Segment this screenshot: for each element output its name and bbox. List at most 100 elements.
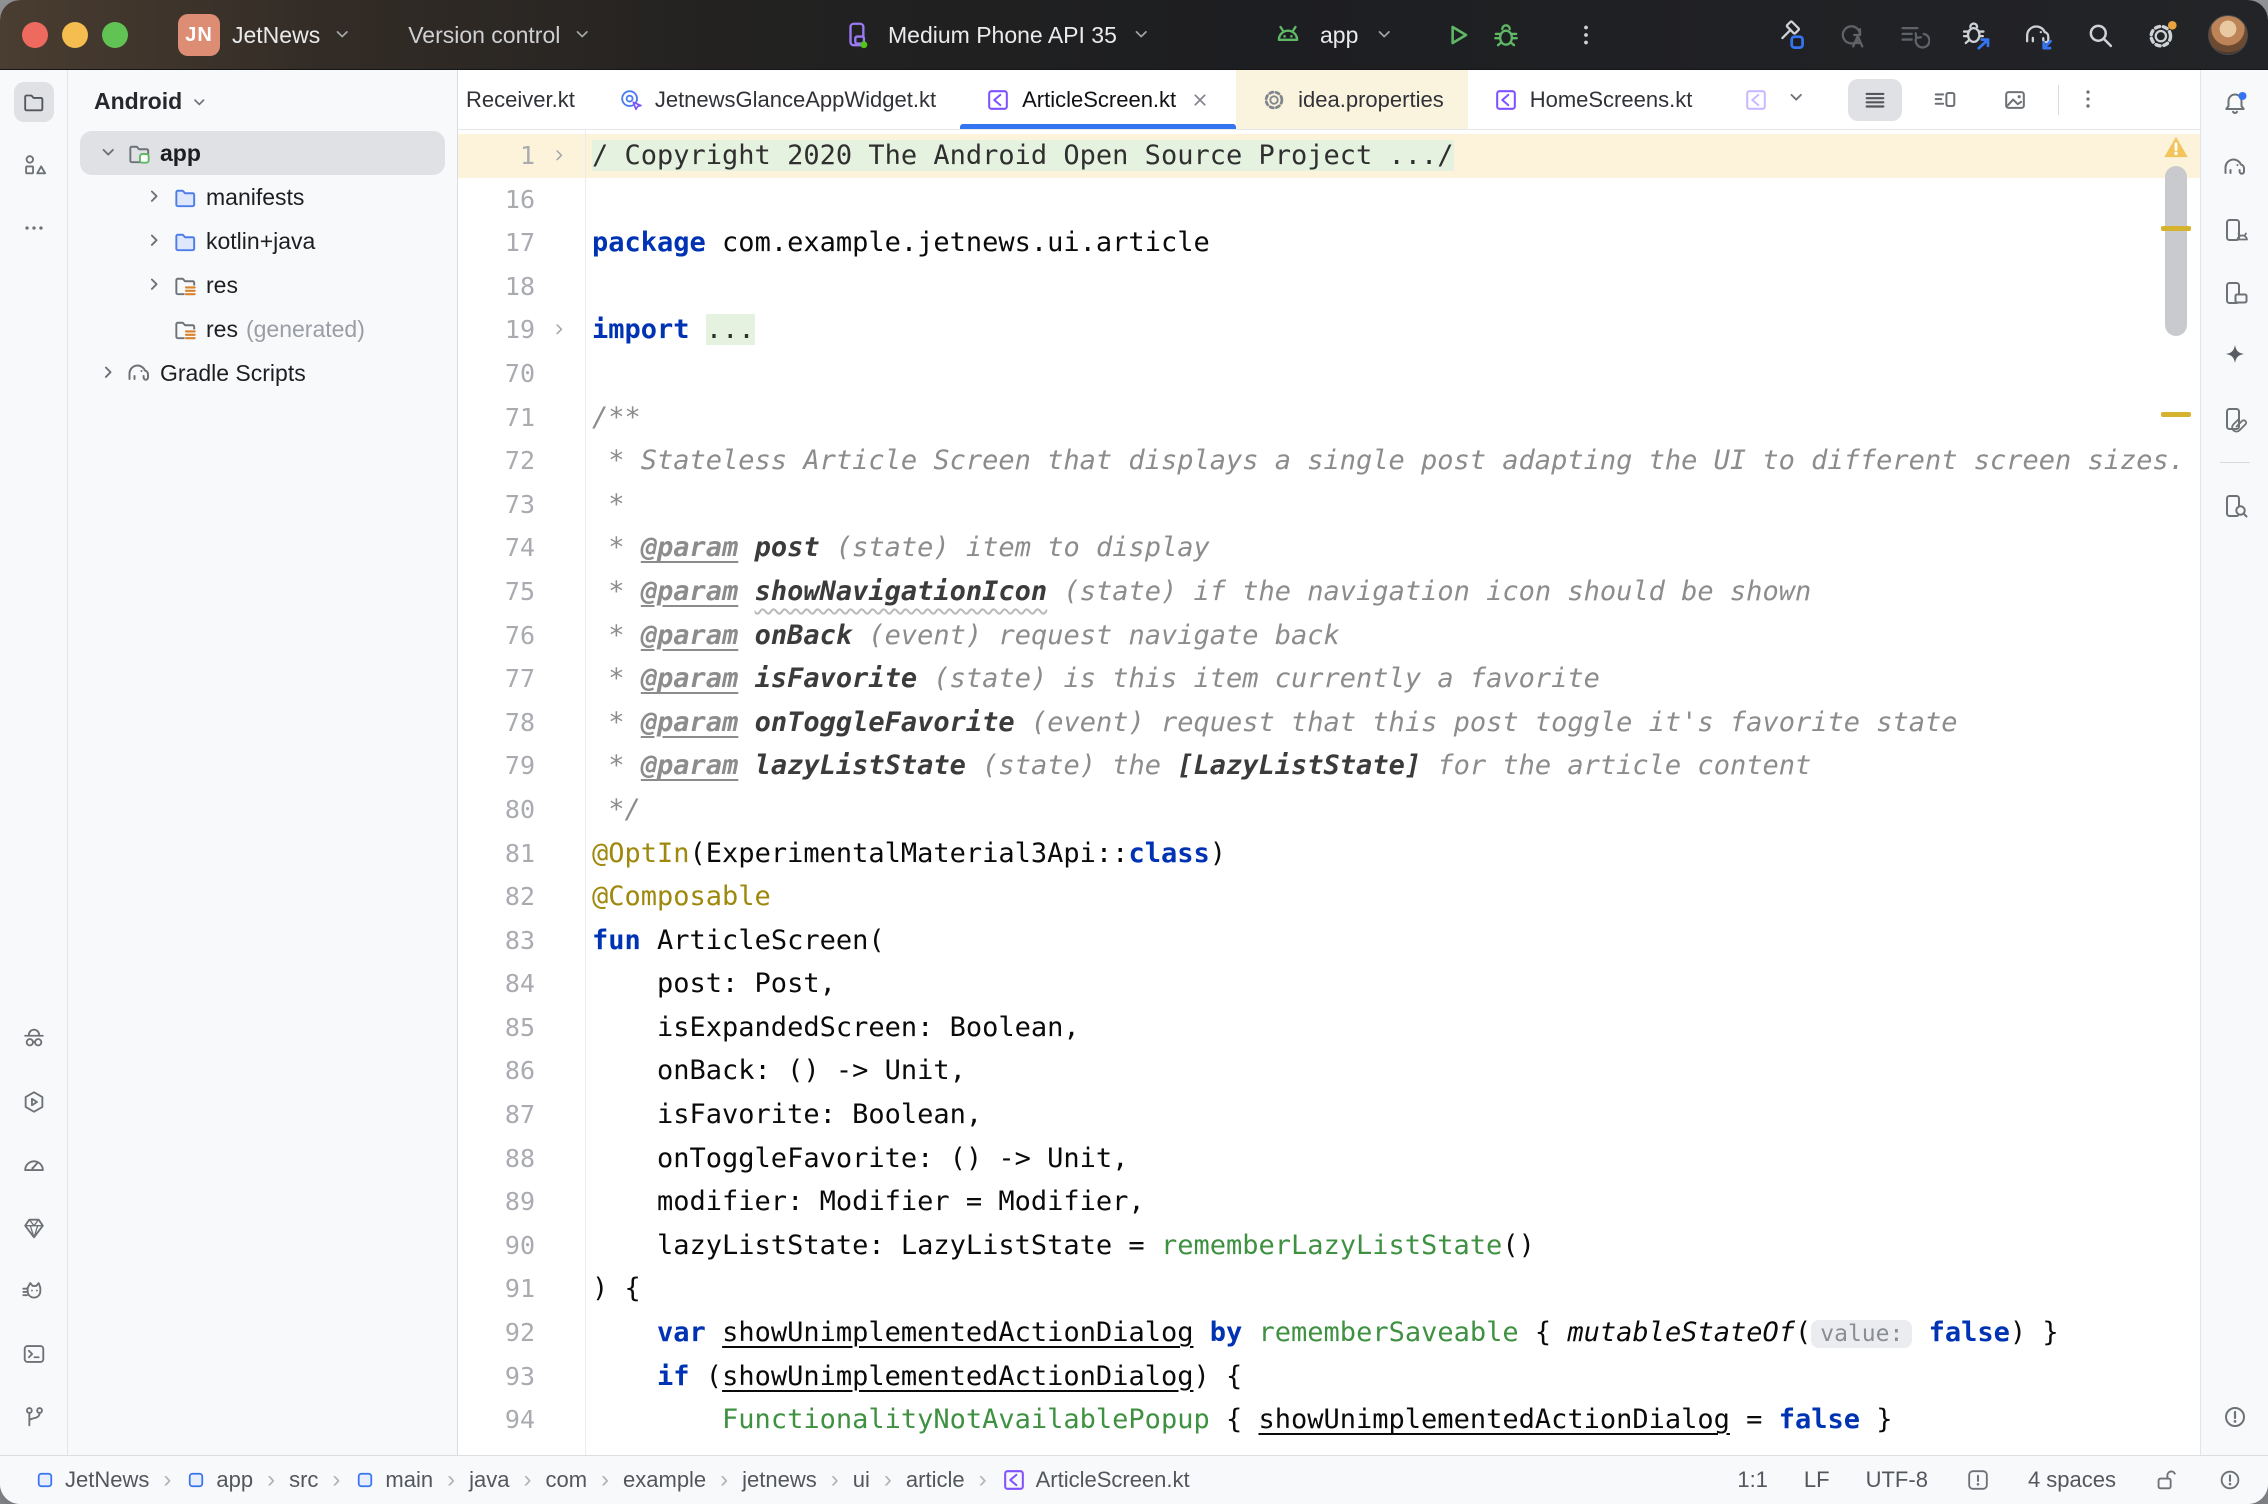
code-line-73[interactable]: 73 *	[458, 483, 2200, 527]
code-line-71[interactable]: 71/**	[458, 396, 2200, 440]
breadcrumb-item-app[interactable]: app	[185, 1467, 253, 1493]
running-devices-icon[interactable]	[2215, 273, 2255, 313]
tab-ArticleScreen.kt[interactable]: ArticleScreen.kt	[960, 70, 1236, 129]
code-line-89[interactable]: 89 modifier: Modifier = Modifier,	[458, 1180, 2200, 1224]
code-line-88[interactable]: 88 onToggleFavorite: () -> Unit,	[458, 1137, 2200, 1181]
code-line-80[interactable]: 80 */	[458, 788, 2200, 832]
code-line-92[interactable]: 92 var showUnimplementedActionDialog by …	[458, 1311, 2200, 1355]
project-icon[interactable]	[14, 82, 54, 122]
code-line-75[interactable]: 75 * @param showNavigationIcon (state) i…	[458, 570, 2200, 614]
gradle-icon[interactable]	[2215, 147, 2255, 187]
code-line-74[interactable]: 74 * @param post (state) item to display	[458, 526, 2200, 570]
notifications-icon[interactable]	[2215, 84, 2255, 124]
diamond-tool-icon[interactable]	[14, 1208, 54, 1248]
breadcrumb-item-ui[interactable]: ui	[853, 1467, 870, 1493]
code-line-94[interactable]: 94 FunctionalityNotAvailablePopup { show…	[458, 1398, 2200, 1442]
code-line-1[interactable]: 1/ Copyright 2020 The Android Open Sourc…	[458, 134, 2200, 178]
code-line-72[interactable]: 72 * Stateless Article Screen that displ…	[458, 439, 2200, 483]
more-tool-windows-icon[interactable]	[14, 208, 54, 248]
scrollbar-thumb[interactable]	[2165, 166, 2187, 336]
code-line-19[interactable]: 19import ...	[458, 308, 2200, 352]
code-line-84[interactable]: 84 post: Post,	[458, 962, 2200, 1006]
view-mode-split-button[interactable]	[1918, 79, 1972, 121]
settings-button[interactable]	[2146, 19, 2178, 51]
line-separator-widget[interactable]: LF	[1804, 1467, 1830, 1493]
services-icon[interactable]	[14, 1082, 54, 1122]
code-line-76[interactable]: 76 * @param onBack (event) request navig…	[458, 614, 2200, 658]
inspections-warning-icon[interactable]	[2161, 132, 2191, 167]
view-mode-design-button[interactable]	[1988, 79, 2042, 121]
tree-item-gradle-scripts[interactable]: Gradle Scripts	[80, 351, 445, 395]
resource-manager-icon[interactable]	[14, 145, 54, 185]
close-window-button[interactable]	[22, 22, 48, 48]
user-avatar[interactable]	[2208, 15, 2248, 55]
tree-item-manifests[interactable]: manifests	[80, 175, 445, 219]
code-line-87[interactable]: 87 isFavorite: Boolean,	[458, 1093, 2200, 1137]
indent-widget[interactable]: 4 spaces	[2028, 1467, 2116, 1493]
more-run-actions-button[interactable]	[1570, 19, 1602, 51]
breadcrumb-item-main[interactable]: main	[354, 1467, 433, 1493]
search-everywhere-button[interactable]	[2084, 19, 2116, 51]
tree-item-app[interactable]: app	[80, 131, 445, 175]
fold-marker-icon[interactable]	[535, 134, 585, 178]
code-line-78[interactable]: 78 * @param onToggleFavorite (event) req…	[458, 701, 2200, 745]
breadcrumb-item-jetnews[interactable]: jetnews	[742, 1467, 817, 1493]
run-button[interactable]	[1442, 19, 1474, 51]
apply-changes-restart-button[interactable]	[1836, 19, 1868, 51]
encoding-widget[interactable]: UTF-8	[1866, 1467, 1928, 1493]
sync-gradle-button[interactable]	[2022, 19, 2054, 51]
chevron-right-icon[interactable]	[142, 274, 168, 296]
apply-code-changes-button[interactable]	[1898, 19, 1930, 51]
run-configuration-selector[interactable]: app	[1320, 22, 1358, 49]
maximize-window-button[interactable]	[102, 22, 128, 48]
debug-button[interactable]	[1490, 19, 1522, 51]
warning-stripe-mark[interactable]	[2161, 226, 2191, 231]
project-view-selector[interactable]: Android	[68, 88, 457, 115]
code-line-83[interactable]: 83fun ArticleScreen(	[458, 919, 2200, 963]
tree-item-kotlin+java[interactable]: kotlin+java	[80, 219, 445, 263]
tab-list-chevron[interactable]	[1786, 87, 1812, 113]
terminal-icon[interactable]	[14, 1334, 54, 1374]
breadcrumb-item-JetNews[interactable]: JetNews	[34, 1467, 149, 1493]
minimize-window-button[interactable]	[62, 22, 88, 48]
gemini-icon[interactable]	[2215, 336, 2255, 376]
attach-debugger-button[interactable]	[1960, 19, 1992, 51]
breadcrumb-item-com[interactable]: com	[545, 1467, 587, 1493]
chevron-down-icon[interactable]	[96, 142, 122, 164]
code-line-77[interactable]: 77 * @param isFavorite (state) is this i…	[458, 657, 2200, 701]
inspection-widget-icon[interactable]	[1964, 1466, 1992, 1494]
profiler-icon[interactable]	[14, 1145, 54, 1185]
fold-marker-icon[interactable]	[535, 308, 585, 352]
code-line-81[interactable]: 81@OptIn(ExperimentalMaterial3Api::class…	[458, 832, 2200, 876]
code-line-17[interactable]: 17package com.example.jetnews.ui.article	[458, 221, 2200, 265]
device-explorer-icon[interactable]	[2215, 399, 2255, 439]
app-quality-insights-icon[interactable]	[14, 1019, 54, 1059]
code-line-91[interactable]: 91) {	[458, 1267, 2200, 1311]
code-line-18[interactable]: 18	[458, 265, 2200, 309]
device-manager-icon[interactable]	[2215, 210, 2255, 250]
chevron-right-icon[interactable]	[96, 362, 122, 384]
code-line-86[interactable]: 86 onBack: () -> Unit,	[458, 1049, 2200, 1093]
code-editor[interactable]: 1/ Copyright 2020 The Android Open Sourc…	[458, 130, 2200, 1455]
breadcrumb-item-java[interactable]: java	[469, 1467, 509, 1493]
tab-HomeScreens.kt[interactable]: HomeScreens.kt	[1468, 70, 1717, 129]
breadcrumb-item-article[interactable]: article	[906, 1467, 965, 1493]
chevron-right-icon[interactable]	[142, 230, 168, 252]
logcat-icon[interactable]	[14, 1271, 54, 1311]
view-mode-code-button[interactable]	[1848, 79, 1902, 121]
code-line-79[interactable]: 79 * @param lazyListState (state) the [L…	[458, 744, 2200, 788]
problems-icon[interactable]	[2215, 1397, 2255, 1437]
vcs-menu[interactable]: Version control	[408, 22, 560, 49]
chevron-right-icon[interactable]	[142, 186, 168, 208]
code-line-90[interactable]: 90 lazyListState: LazyListState = rememb…	[458, 1224, 2200, 1268]
warning-stripe-mark[interactable]	[2161, 412, 2191, 417]
unlock-icon[interactable]	[2152, 1466, 2180, 1494]
close-icon[interactable]	[1188, 88, 1212, 112]
breadcrumb-item-example[interactable]: example	[623, 1467, 706, 1493]
code-line-93[interactable]: 93 if (showUnimplementedActionDialog) {	[458, 1355, 2200, 1399]
tree-item-res[interactable]: res(generated)	[80, 307, 445, 351]
editor-more-options-button[interactable]	[2075, 86, 2103, 114]
tab-idea.properties[interactable]: idea.properties	[1236, 70, 1468, 129]
code-line-82[interactable]: 82@Composable	[458, 875, 2200, 919]
device-selector[interactable]: Medium Phone API 35	[888, 22, 1117, 49]
